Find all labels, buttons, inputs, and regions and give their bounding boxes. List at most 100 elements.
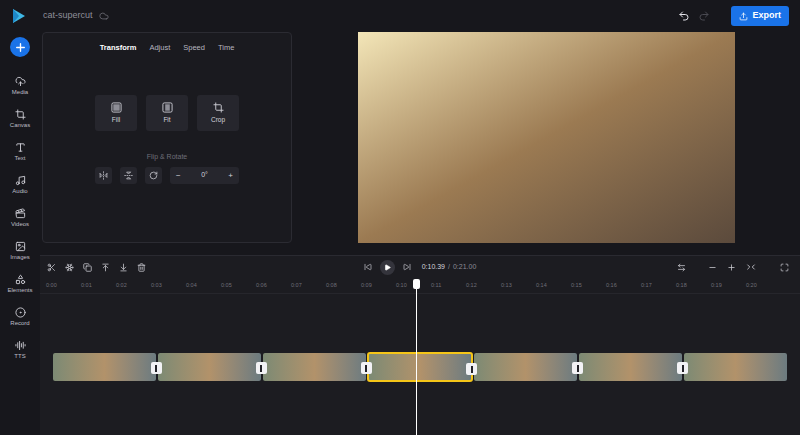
- play-button[interactable]: [380, 260, 395, 275]
- ruler-tick: 0:06: [256, 280, 291, 293]
- music-icon: [15, 175, 26, 186]
- ruler-tick: 0:14: [536, 280, 571, 293]
- tab[interactable]: Time: [218, 42, 234, 54]
- transition-marker[interactable]: [256, 362, 267, 374]
- ruler-tick: 0:20: [746, 280, 781, 293]
- sidebar: MediaCanvasTextAudioVideosImagesElements…: [0, 32, 40, 435]
- ruler-tick: 0:05: [221, 280, 256, 293]
- properties-panel: Transform Adjust Speed Time FillFitCrop Flip …: [42, 32, 292, 243]
- freeze-icon[interactable]: [65, 263, 74, 272]
- text-icon: [15, 142, 26, 153]
- swap-icon[interactable]: [677, 263, 686, 272]
- ruler-tick: 0:17: [641, 280, 676, 293]
- tab[interactable]: Adjust: [149, 42, 170, 54]
- ruler-tick: 0:18: [676, 280, 711, 293]
- flip-horizontal-button[interactable]: [95, 167, 112, 184]
- rotate-icon: [149, 171, 158, 180]
- rotation-input[interactable]: − 0° +: [170, 167, 239, 184]
- split-icon[interactable]: [47, 263, 56, 272]
- playhead[interactable]: [416, 279, 417, 435]
- ruler-tick: 0:02: [116, 280, 151, 293]
- transition-marker[interactable]: [572, 362, 583, 374]
- move-up-icon[interactable]: [101, 263, 110, 272]
- clip[interactable]: [473, 352, 578, 382]
- export-button[interactable]: Export: [731, 6, 789, 26]
- zoom-in-icon[interactable]: [727, 263, 736, 272]
- ruler-tick: 0:16: [606, 280, 641, 293]
- sidebar-item[interactable]: TTS: [0, 333, 40, 366]
- rotate-increment[interactable]: +: [228, 170, 233, 182]
- preview-area: [292, 32, 800, 255]
- play-icon: [384, 264, 391, 271]
- delete-icon[interactable]: [137, 263, 146, 272]
- rotate-button[interactable]: [145, 167, 162, 184]
- skip-forward-icon[interactable]: [403, 263, 411, 271]
- video-editor: cat-supercut Export MediaCanvasTextAudioVi…: [0, 0, 800, 435]
- shapes-icon: [15, 274, 26, 285]
- ruler-tick: 0:09: [361, 280, 396, 293]
- fill-icon: [111, 102, 122, 113]
- top-bar: cat-supercut Export: [0, 0, 800, 32]
- timeline-toolbar: 0:10.39/0:21.00: [40, 256, 800, 278]
- clip[interactable]: [578, 352, 683, 382]
- video-icon: [15, 208, 26, 219]
- add-button[interactable]: [10, 37, 30, 57]
- project-title[interactable]: cat-supercut: [43, 9, 93, 23]
- cloud-icon: [99, 11, 109, 21]
- waveform-icon: [15, 340, 26, 351]
- ruler-tick: 0:11: [431, 280, 466, 293]
- fullscreen-icon[interactable]: [780, 263, 789, 272]
- sidebar-item[interactable]: Canvas: [0, 102, 40, 135]
- crop-icon: [213, 102, 224, 113]
- transform-button[interactable]: Fill: [95, 95, 137, 131]
- rotate-decrement[interactable]: −: [176, 170, 181, 182]
- timeline: 0:10.39/0:21.000:000:010:020:030:040:050…: [40, 255, 800, 435]
- clip[interactable]: [262, 352, 367, 382]
- ruler-tick: 0:07: [291, 280, 326, 293]
- ruler: 0:000:010:020:030:040:050:060:070:080:09…: [40, 280, 800, 294]
- tab[interactable]: Speed: [183, 42, 205, 54]
- section-label: Flip & Rotate: [147, 152, 187, 161]
- ruler-tick: 0:15: [571, 280, 606, 293]
- sidebar-item[interactable]: Record: [0, 300, 40, 333]
- tab-bar: Transform Adjust Speed Time: [100, 42, 235, 54]
- rotation-value[interactable]: 0°: [201, 170, 208, 181]
- logo-icon[interactable]: [12, 8, 26, 24]
- redo-icon[interactable]: [698, 10, 710, 22]
- clip[interactable]: [157, 352, 262, 382]
- transform-button[interactable]: Fit: [146, 95, 188, 131]
- skip-back-icon[interactable]: [364, 263, 372, 271]
- plus-icon: [14, 41, 27, 54]
- sidebar-item[interactable]: Videos: [0, 201, 40, 234]
- transform-button[interactable]: Crop: [197, 95, 239, 131]
- move-down-icon[interactable]: [119, 263, 128, 272]
- transition-marker[interactable]: [466, 363, 477, 375]
- export-icon: [739, 12, 748, 21]
- transition-marker[interactable]: [151, 362, 162, 374]
- undo-icon[interactable]: [678, 10, 690, 22]
- duplicate-icon[interactable]: [83, 263, 92, 272]
- clip[interactable]: [52, 352, 157, 382]
- clip[interactable]: [367, 352, 474, 382]
- flip-vertical-button[interactable]: [120, 167, 137, 184]
- ruler-tick: 0:01: [81, 280, 116, 293]
- transition-marker[interactable]: [361, 362, 372, 374]
- sidebar-item[interactable]: Media: [0, 69, 40, 102]
- sidebar-item[interactable]: Audio: [0, 168, 40, 201]
- ruler-tick: 0:00: [46, 280, 81, 293]
- transition-marker[interactable]: [677, 362, 688, 374]
- zoom-out-icon[interactable]: [708, 263, 717, 272]
- video-track: [52, 352, 788, 382]
- fit-timeline-icon[interactable]: [746, 262, 756, 272]
- time-display: 0:10.39/0:21.00: [422, 262, 477, 273]
- sidebar-item[interactable]: Elements: [0, 267, 40, 300]
- fit-icon: [162, 102, 173, 113]
- record-icon: [15, 307, 26, 318]
- tab[interactable]: Transform: [100, 42, 137, 54]
- sidebar-item[interactable]: Text: [0, 135, 40, 168]
- clip[interactable]: [683, 352, 788, 382]
- ruler-tick: 0:03: [151, 280, 186, 293]
- ruler-tick: 0:04: [186, 280, 221, 293]
- crop-icon: [15, 109, 26, 120]
- sidebar-item[interactable]: Images: [0, 234, 40, 267]
